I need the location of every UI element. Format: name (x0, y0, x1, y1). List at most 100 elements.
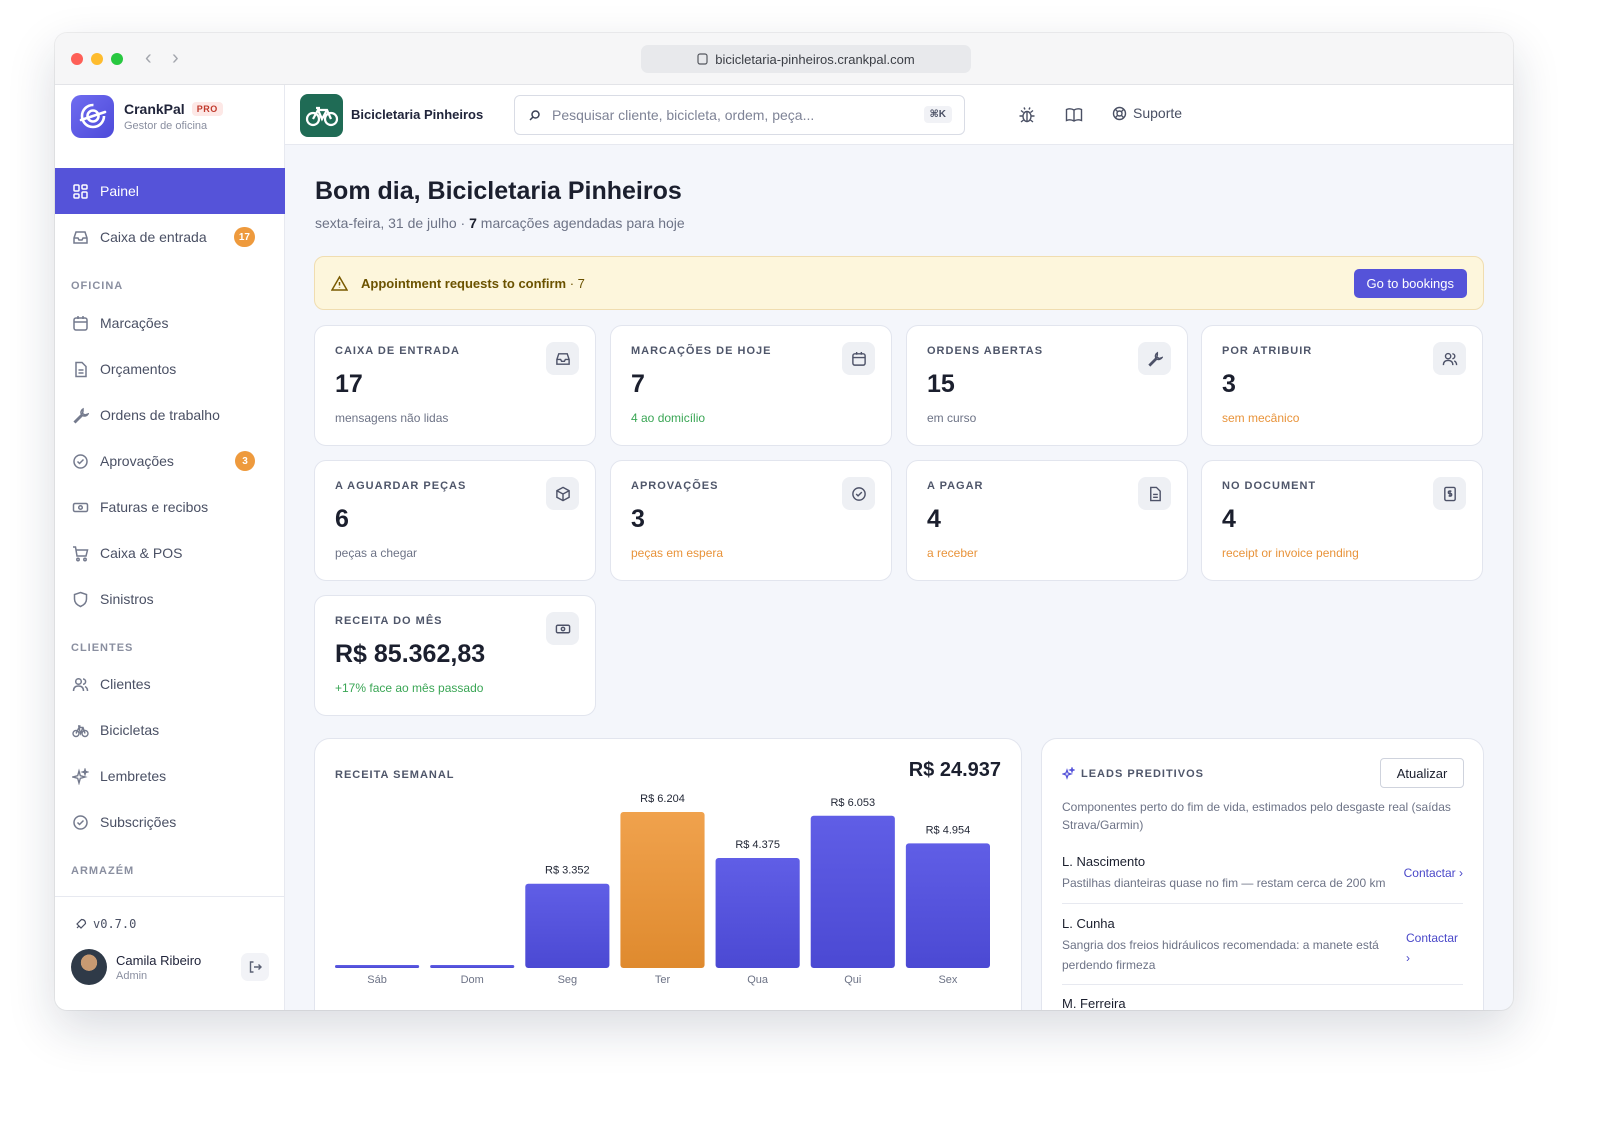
card-value: 17 (335, 370, 363, 398)
search-input[interactable]: Pesquisar cliente, bicicleta, ordem, peç… (514, 95, 965, 135)
minimize-window-button[interactable] (91, 53, 103, 65)
wrench-icon (72, 407, 89, 424)
brand-subtitle: Gestor de oficina (124, 119, 208, 132)
x-tick-label: Sex (938, 974, 957, 986)
user-name: Camila Ribeiro (116, 953, 202, 968)
go-to-bookings-button[interactable]: Go to bookings (1353, 269, 1467, 298)
logout-icon (249, 961, 262, 973)
book-icon[interactable] (1065, 106, 1083, 124)
sidebar-item-label: Bicicletas (100, 722, 160, 738)
x-tick-label: Ter (655, 974, 671, 986)
check-circle-icon (72, 453, 89, 470)
grid-icon (72, 183, 89, 200)
sidebar-item-marcacoes[interactable]: Marcações (55, 300, 285, 346)
sidebar-item-bicicletas[interactable]: Bicicletas (55, 707, 285, 753)
sidebar-item-caixa-de-entrada[interactable]: Caixa de entrada 17 (55, 214, 285, 260)
sidebar-item-subscricoes[interactable]: Subscrições (55, 799, 285, 845)
stat-card-inbox[interactable]: CAIXA DE ENTRADA 17 mensagens não lidas (314, 325, 596, 446)
today-date: sexta-feira, 31 de julho · (315, 215, 470, 231)
stat-card-open-orders[interactable]: ORDENS ABERTAS 15 em curso (906, 325, 1188, 446)
lead-item: M. Ferreira (1062, 996, 1463, 1010)
sidebar-item-aprovacoes[interactable]: Aprovações 3 (55, 438, 285, 484)
contact-link[interactable]: Contactar › (1404, 866, 1463, 880)
back-arrow-icon[interactable]: ‹ (145, 48, 152, 68)
stat-card-monthly-revenue[interactable]: RECEITA DO MÊS R$ 85.362,83 +17% face ao… (314, 595, 596, 716)
sidebar-item-ordens-de-trabalho[interactable]: Ordens de trabalho (55, 392, 285, 438)
logout-button[interactable] (241, 953, 269, 981)
address-bar[interactable]: bicicletaria-pinheiros.crankpal.com (641, 45, 971, 73)
bar-seg[interactable] (525, 883, 610, 968)
inbox-icon (546, 342, 579, 375)
bar-qui[interactable] (810, 815, 895, 968)
bar-sáb[interactable] (335, 965, 420, 968)
forward-arrow-icon[interactable]: › (172, 48, 179, 68)
dashboard-main: Bom dia, Bicicletaria Pinheiros sexta-fe… (285, 145, 1513, 1010)
bicycle-icon (72, 722, 89, 739)
card-subtext: peças a chegar (335, 546, 418, 560)
maximize-window-button[interactable] (111, 53, 123, 65)
bar-ter[interactable] (620, 812, 705, 968)
app-version: v0.7.0 (75, 917, 136, 931)
sidebar-item-caixa-pos[interactable]: Caixa & POS (55, 530, 285, 576)
card-subtext: em curso (927, 411, 977, 425)
sidebar-item-orcamentos[interactable]: Orçamentos (55, 346, 285, 392)
sparkles-icon (72, 767, 89, 785)
stat-card-to-pay[interactable]: A PAGAR 4 a receber (906, 460, 1188, 581)
avatar[interactable] (71, 949, 107, 985)
bar-value-label: R$ 4.375 (735, 839, 780, 851)
topbar: Bicicletaria Pinheiros Pesquisar cliente… (285, 85, 1513, 145)
brand-name: CrankPal (124, 100, 185, 117)
support-link[interactable]: Suporte (1112, 105, 1182, 121)
sidebar-item-lembretes[interactable]: Lembretes (55, 753, 285, 799)
x-tick-label: Sáb (367, 974, 387, 986)
card-value: 6 (335, 505, 349, 533)
sidebar-item-label: Caixa & POS (100, 545, 183, 561)
weekly-revenue-panel: RECEITA SEMANAL R$ 24.937 Sáb Dom R$ 3.352… (314, 738, 1022, 1010)
pro-badge: PRO (191, 101, 223, 116)
card-subtext: a receber (927, 546, 978, 560)
users-icon (72, 676, 89, 693)
stat-card-approvals[interactable]: APROVAÇÕES 3 peças em espera (610, 460, 892, 581)
lead-item: L. Cunha Sangria dos freios hidráulicos … (1062, 916, 1463, 975)
lead-text: Pastilhas dianteiras quase no fim — rest… (1062, 876, 1386, 890)
brand[interactable]: CrankPal PRO Gestor de oficina (71, 94, 223, 138)
cash-icon (546, 612, 579, 645)
shop-name: Bicicletaria Pinheiros (351, 107, 484, 122)
lead-divider (1062, 984, 1463, 985)
appointments-count: 7 (469, 215, 477, 231)
shop-logo-bicycle-icon[interactable] (300, 94, 343, 137)
bar-value-label: R$ 6.204 (640, 793, 685, 805)
sidebar-footer: v0.7.0 Camila Ribeiro Admin (55, 896, 285, 1010)
stat-card-no-document[interactable]: NO DOCUMENT 4 receipt or invoice pending (1201, 460, 1483, 581)
lead-name: L. Cunha (1062, 916, 1115, 931)
document-icon (72, 361, 89, 378)
bar-dom[interactable] (430, 965, 515, 968)
bug-icon[interactable] (1018, 106, 1036, 124)
browser-titlebar: ‹ › bicicletaria-pinheiros.crankpal.com (55, 33, 1513, 85)
rocket-icon (76, 918, 87, 929)
sidebar-item-painel[interactable]: Painel (55, 168, 285, 214)
sidebar-item-label: Subscrições (100, 814, 177, 830)
sidebar-item-faturas-e-recibos[interactable]: Faturas e recibos (55, 484, 285, 530)
search-placeholder: Pesquisar cliente, bicicleta, ordem, peç… (552, 107, 815, 123)
card-label: RECEITA DO MÊS (335, 615, 443, 627)
sidebar-item-clientes[interactable]: Clientes (55, 661, 285, 707)
page-subtitle: sexta-feira, 31 de julho · 7 marcações a… (315, 215, 685, 231)
stat-card-todays-bookings[interactable]: MARCAÇÕES DE HOJE 7 4 ao domicílio (610, 325, 892, 446)
users-icon (1433, 342, 1466, 375)
invoice-icon (1433, 477, 1466, 510)
card-value: 4 (927, 505, 941, 533)
sidebar-item-label: Faturas e recibos (100, 499, 209, 515)
bar-sex[interactable] (905, 843, 990, 968)
page-icon (697, 53, 708, 65)
contact-link[interactable]: Contactar › (1406, 928, 1463, 968)
sidebar-item-sinistros[interactable]: Sinistros (55, 576, 285, 622)
stat-card-awaiting-parts[interactable]: A AGUARDAR PEÇAS 6 peças a chegar (314, 460, 596, 581)
bar-qua[interactable] (715, 857, 800, 968)
close-window-button[interactable] (71, 53, 83, 65)
stat-card-unassigned[interactable]: POR ATRIBUIR 3 sem mecânico (1201, 325, 1483, 446)
lifebuoy-icon (1112, 106, 1127, 120)
lead-divider (1062, 903, 1463, 904)
refresh-button[interactable]: Atualizar (1380, 758, 1464, 788)
sidebar-item-label: Sinistros (100, 591, 154, 607)
